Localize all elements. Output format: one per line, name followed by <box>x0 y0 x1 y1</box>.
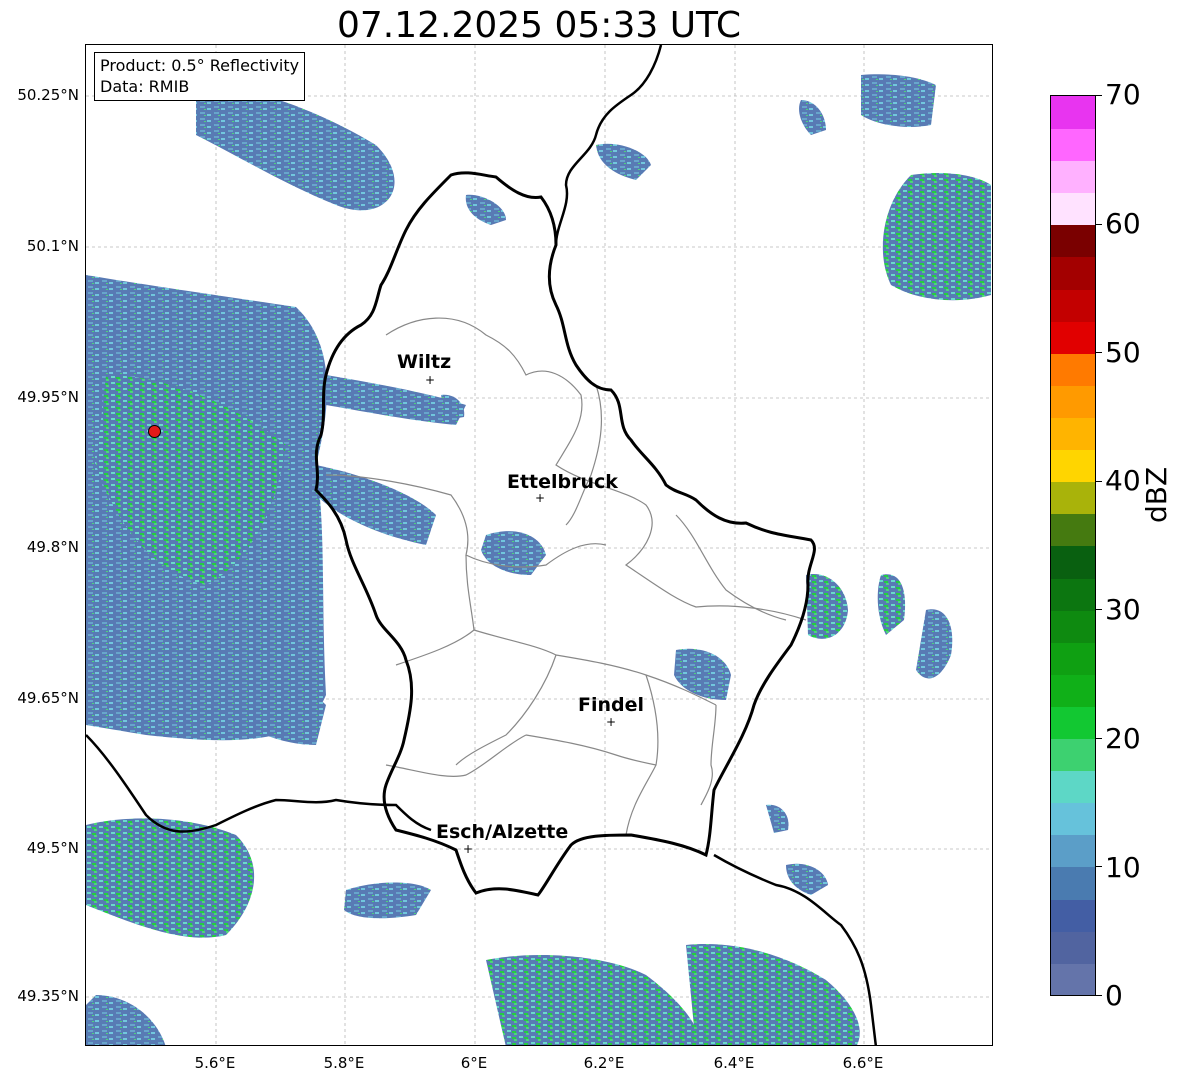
colorbar-tick-label: 0 <box>1105 979 1123 1012</box>
product-label: Product: 0.5° Reflectivity <box>100 56 300 75</box>
colorbar-segment <box>1051 738 1095 772</box>
radar-map-canvas <box>86 45 992 1045</box>
city-label-ettelbruck: Ettelbruck <box>507 471 618 493</box>
colorbar-segment <box>1051 513 1095 547</box>
colorbar-segment <box>1051 609 1095 643</box>
colorbar-tick <box>1096 995 1102 996</box>
colorbar-segment <box>1051 545 1095 579</box>
lat-label: 49.65°N <box>17 689 79 707</box>
city-marker-ettelbruck: + <box>535 491 546 505</box>
lon-label: 6.6°E <box>842 1054 884 1072</box>
colorbar-segment <box>1051 930 1095 964</box>
lat-label: 49.5°N <box>26 839 79 857</box>
colorbar-tick <box>1096 737 1102 739</box>
lon-label: 5.8°E <box>323 1054 365 1072</box>
colorbar-unit-label: dBZ <box>1140 466 1173 523</box>
radar-site-marker <box>148 425 161 438</box>
colorbar-segment <box>1051 256 1095 290</box>
colorbar-segment <box>1051 577 1095 611</box>
lat-label: 49.8°N <box>26 538 79 556</box>
city-label-esch-alzette: Esch/Alzette <box>436 821 569 843</box>
colorbar-tick <box>1096 352 1102 354</box>
colorbar-tick-label: 10 <box>1105 851 1141 884</box>
lat-label: 50.1°N <box>26 237 79 255</box>
colorbar-segment <box>1051 449 1095 483</box>
colorbar-tick <box>1096 609 1102 611</box>
colorbar <box>1050 95 1096 996</box>
colorbar-segment <box>1051 834 1095 868</box>
colorbar-segment <box>1051 962 1095 995</box>
radar-map <box>85 44 993 1046</box>
colorbar-tick-label: 40 <box>1105 464 1141 497</box>
colorbar-segment <box>1051 706 1095 740</box>
border-france-belgium-west <box>86 734 432 833</box>
lon-label: 6°E <box>460 1054 488 1072</box>
colorbar-tick <box>1096 480 1102 482</box>
colorbar-tick-label: 50 <box>1105 336 1141 369</box>
city-marker-wiltz: + <box>425 373 436 387</box>
colorbar-segment <box>1051 96 1095 129</box>
colorbar-segment <box>1051 481 1095 515</box>
colorbar-segment <box>1051 128 1095 162</box>
colorbar-segment <box>1051 320 1095 354</box>
radar-echoes <box>86 74 991 1045</box>
colorbar-tick <box>1096 866 1102 868</box>
colorbar-segment <box>1051 417 1095 451</box>
colorbar-segment <box>1051 898 1095 932</box>
lon-label: 6.4°E <box>713 1054 755 1072</box>
colorbar-segment <box>1051 641 1095 675</box>
colorbar-tick-label: 70 <box>1105 78 1141 111</box>
lon-label: 5.6°E <box>194 1054 236 1072</box>
colorbar-tick <box>1096 223 1102 225</box>
city-label-wiltz: Wiltz <box>397 351 452 373</box>
data-source-label: Data: RMIB <box>100 77 190 96</box>
product-info-box: Product: 0.5° Reflectivity Data: RMIB <box>94 52 306 101</box>
colorbar-tick-label: 30 <box>1105 593 1141 626</box>
lon-label: 6.2°E <box>583 1054 625 1072</box>
colorbar-segment <box>1051 160 1095 194</box>
colorbar-segment <box>1051 224 1095 258</box>
colorbar-segment <box>1051 192 1095 226</box>
city-label-findel: Findel <box>578 694 645 716</box>
lat-label: 50.25°N <box>17 86 79 104</box>
lat-label: 49.95°N <box>17 388 79 406</box>
colorbar-segment <box>1051 288 1095 322</box>
city-marker-findel: + <box>606 715 617 729</box>
colorbar-segment <box>1051 352 1095 386</box>
colorbar-tick-label: 20 <box>1105 722 1141 755</box>
colorbar-segment <box>1051 770 1095 804</box>
colorbar-segment <box>1051 384 1095 418</box>
colorbar-tick <box>1096 95 1102 96</box>
map-title: 07.12.2025 05:33 UTC <box>336 5 742 46</box>
city-marker-esch-alzette: + <box>463 842 474 856</box>
colorbar-tick-label: 60 <box>1105 207 1141 240</box>
colorbar-segment <box>1051 866 1095 900</box>
lat-label: 49.35°N <box>17 987 79 1005</box>
colorbar-segment <box>1051 802 1095 836</box>
colorbar-segment <box>1051 673 1095 707</box>
